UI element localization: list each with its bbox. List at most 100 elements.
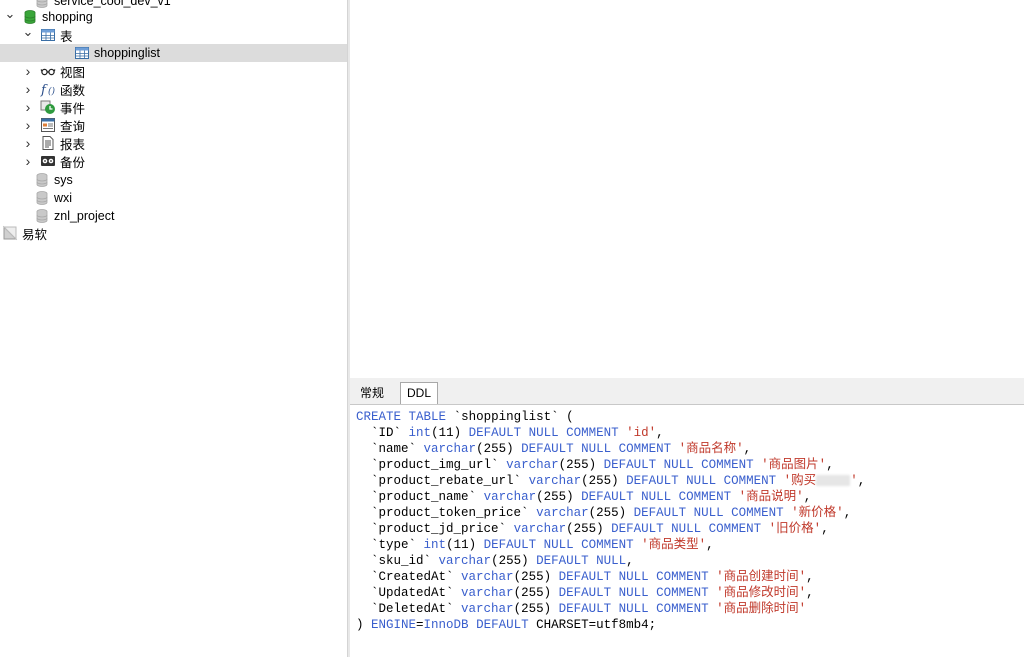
sql-keyword: DEFAULT NULL [633, 506, 724, 520]
column-name: `product_img_url` [371, 458, 499, 472]
sql-keyword: COMMENT [618, 442, 672, 456]
sql-keyword: DEFAULT NULL [558, 602, 649, 616]
column-comment: '商品修改时间' [716, 586, 807, 600]
tree-item-6[interactable]: › 事件 [0, 98, 347, 116]
equals: = [416, 618, 424, 632]
tree-item-label: znl_project [54, 209, 115, 223]
redacted-text [816, 475, 851, 487]
object-list-area[interactable] [350, 0, 1024, 378]
glasses-icon [40, 63, 56, 79]
chevron-right-icon[interactable]: › [22, 153, 34, 169]
chevron-right-icon[interactable]: › [22, 135, 34, 151]
column-type: varchar [528, 474, 582, 488]
function-icon: f() [40, 81, 56, 98]
column-name: `DeletedAt` [371, 602, 454, 616]
column-name: `ID` [371, 426, 402, 440]
sql-keyword: COMMENT [701, 458, 754, 472]
sql-keyword: DEFAULT NULL [626, 474, 717, 488]
tree-item-label: wxi [54, 191, 73, 205]
sql-keyword: DEFAULT NULL [603, 458, 694, 472]
sql-keyword: COMMENT [678, 490, 732, 504]
sql-keyword: DEFAULT NULL [581, 490, 672, 504]
database-icon [34, 208, 50, 224]
charset: CHARSET=utf8mb4; [536, 618, 657, 632]
tree-item-sys[interactable]: sys [0, 171, 347, 189]
sql-keyword: CREATE [356, 410, 402, 424]
tree-item-2[interactable]: ⌄ 表 [0, 24, 347, 44]
column-type: varchar [423, 442, 477, 456]
sql-keyword: COMMENT [723, 474, 777, 488]
column-size: (255) [513, 602, 552, 616]
tree-item-8[interactable]: › 报表 [0, 134, 347, 152]
column-size: (255) [566, 522, 604, 536]
tree-item-znl_project[interactable]: znl_project [0, 207, 347, 225]
svg-text:f: f [40, 83, 48, 97]
tree-item-label: 视图 [60, 65, 86, 80]
column-type: int [408, 426, 432, 440]
column-size: (255) [513, 586, 552, 600]
column-comment: '购买 [783, 474, 817, 488]
column-comment: '商品类型' [641, 538, 707, 552]
column-size: (255) [476, 442, 514, 456]
column-comment: '旧价格' [768, 522, 822, 536]
chevron-down-icon[interactable]: ⌄ [22, 24, 34, 39]
clock-icon [40, 99, 56, 115]
column-type: varchar [513, 522, 567, 536]
chevron-right-icon[interactable]: › [22, 99, 34, 115]
column-type: varchar [461, 586, 514, 600]
column-comment: ' [850, 474, 858, 488]
query-icon [40, 117, 56, 133]
ddl-line: `product_name` varchar(255) DEFAULT NULL… [371, 490, 812, 504]
column-name: `product_jd_price` [371, 522, 507, 536]
sql-keyword: DEFAULT NULL [521, 442, 612, 456]
tab-general[interactable]: 常规 [354, 383, 390, 403]
column-name: `CreatedAt` [371, 570, 454, 584]
tree-item-9[interactable]: › 备份 [0, 152, 347, 170]
ddl-viewer[interactable]: CREATE TABLE `shoppinglist` ( `ID` int(1… [350, 405, 1024, 657]
tab-ddl[interactable]: DDL [400, 382, 439, 404]
tree-item-4[interactable]: › 视图 [0, 62, 347, 80]
column-comment: '新价格' [791, 506, 844, 520]
column-type: varchar [461, 570, 514, 584]
tree-item-7[interactable]: › 查询 [0, 116, 347, 134]
sql-keyword: DEFAULT NULL [483, 538, 574, 552]
column-comment: 'id' [626, 426, 657, 440]
column-size: (255) [513, 570, 552, 584]
sql-keyword: TABLE [408, 410, 447, 424]
object-tree[interactable]: service_cool_dev_v1 ⌄ shopping ⌄ 表 shoppingli… [0, 0, 347, 657]
tree-item-label: 事件 [60, 101, 86, 116]
ddl-line: `CreatedAt` varchar(255) DEFAULT NULL CO… [371, 570, 814, 584]
tree-item-label: 报表 [60, 137, 86, 152]
ddl-line: `name` varchar(255) DEFAULT NULL COMMENT… [371, 442, 752, 456]
sql-keyword: DEFAULT NULL [611, 522, 702, 536]
tree-item-wxi[interactable]: wxi [0, 189, 347, 207]
tree-item-5[interactable]: › f() 函数 [0, 80, 347, 98]
column-comment: '商品说明' [738, 490, 804, 504]
sql-keyword: COMMENT [656, 602, 709, 616]
ddl-line: `type` int(11) DEFAULT NULL COMMENT '商品类… [371, 538, 714, 552]
ddl-line: ) ENGINE=InnoDB DEFAULT CHARSET=utf8mb4; [356, 617, 1024, 633]
tree-item-shopping[interactable]: ⌄ shopping [0, 6, 347, 26]
ddl-line: `product_token_price` varchar(255) DEFAU… [371, 506, 852, 520]
ddl-line: `ID` int(11) DEFAULT NULL COMMENT 'id', [371, 426, 664, 440]
column-size: (255) [491, 554, 529, 568]
table-name: `shoppinglist` [453, 410, 559, 424]
sql-keyword: COMMENT [581, 538, 634, 552]
ddl-line: `product_img_url` varchar(255) DEFAULT N… [371, 458, 834, 472]
chevron-right-icon[interactable]: › [22, 63, 34, 79]
tree-item-label: service_cool_dev_v1 [54, 0, 171, 8]
column-type: varchar [483, 490, 537, 504]
column-comment: '商品名称' [678, 442, 744, 456]
chevron-right-icon[interactable]: › [22, 81, 34, 97]
column-name: `UpdatedAt` [371, 586, 454, 600]
tree-item-13[interactable]: 易软 [0, 224, 347, 242]
chevron-right-icon[interactable]: › [22, 117, 34, 133]
database-icon [22, 9, 38, 25]
chevron-down-icon[interactable]: ⌄ [4, 6, 16, 21]
ddl-line: `UpdatedAt` varchar(255) DEFAULT NULL CO… [371, 586, 814, 600]
tree-item-shoppinglist[interactable]: shoppinglist [0, 44, 347, 62]
